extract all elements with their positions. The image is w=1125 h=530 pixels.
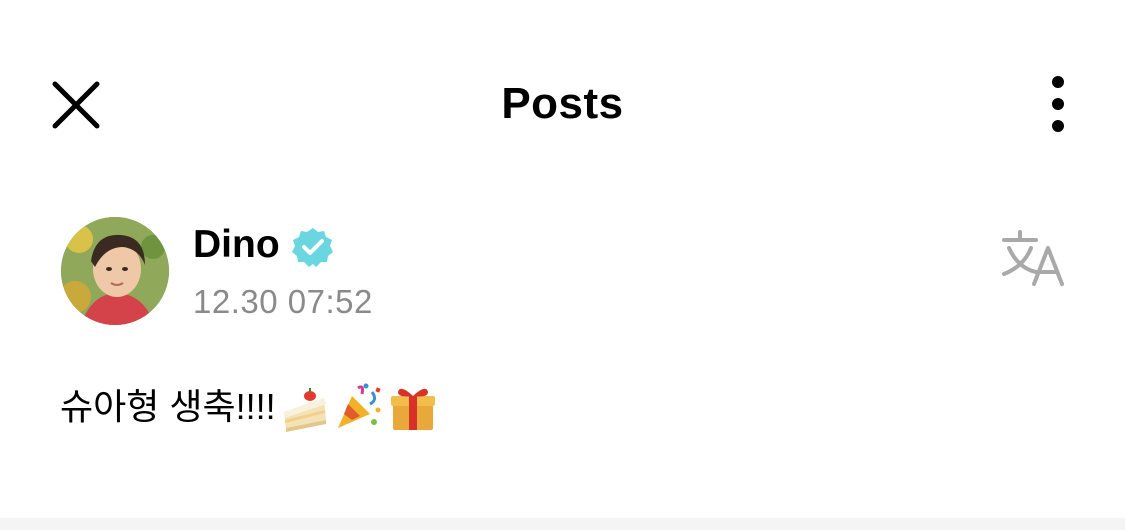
more-vertical-icon [1052,76,1064,132]
party-popper-emoji-icon [337,383,381,428]
author-name[interactable]: Dino [193,222,280,268]
section-divider [0,518,1125,530]
post-timestamp: 12.30 07:52 [193,283,373,320]
translate-button[interactable] [1000,228,1066,288]
verified-badge-icon [292,228,333,267]
post-body: 슈아형 생축!!!! [60,382,438,432]
avatar-image [61,217,169,325]
post-text: 슈아형 생축!!!! [60,386,276,427]
cake-emoji-icon [283,388,326,432]
avatar[interactable] [61,217,169,325]
post-card: Dino 12.30 07:52 슈아형 생축!!!! [0,210,1125,510]
more-options-button[interactable] [1038,70,1078,140]
top-bar: Posts [0,0,1125,210]
page-title: Posts [501,79,624,128]
gift-emoji-icon [390,388,435,430]
translate-icon [1002,230,1064,286]
